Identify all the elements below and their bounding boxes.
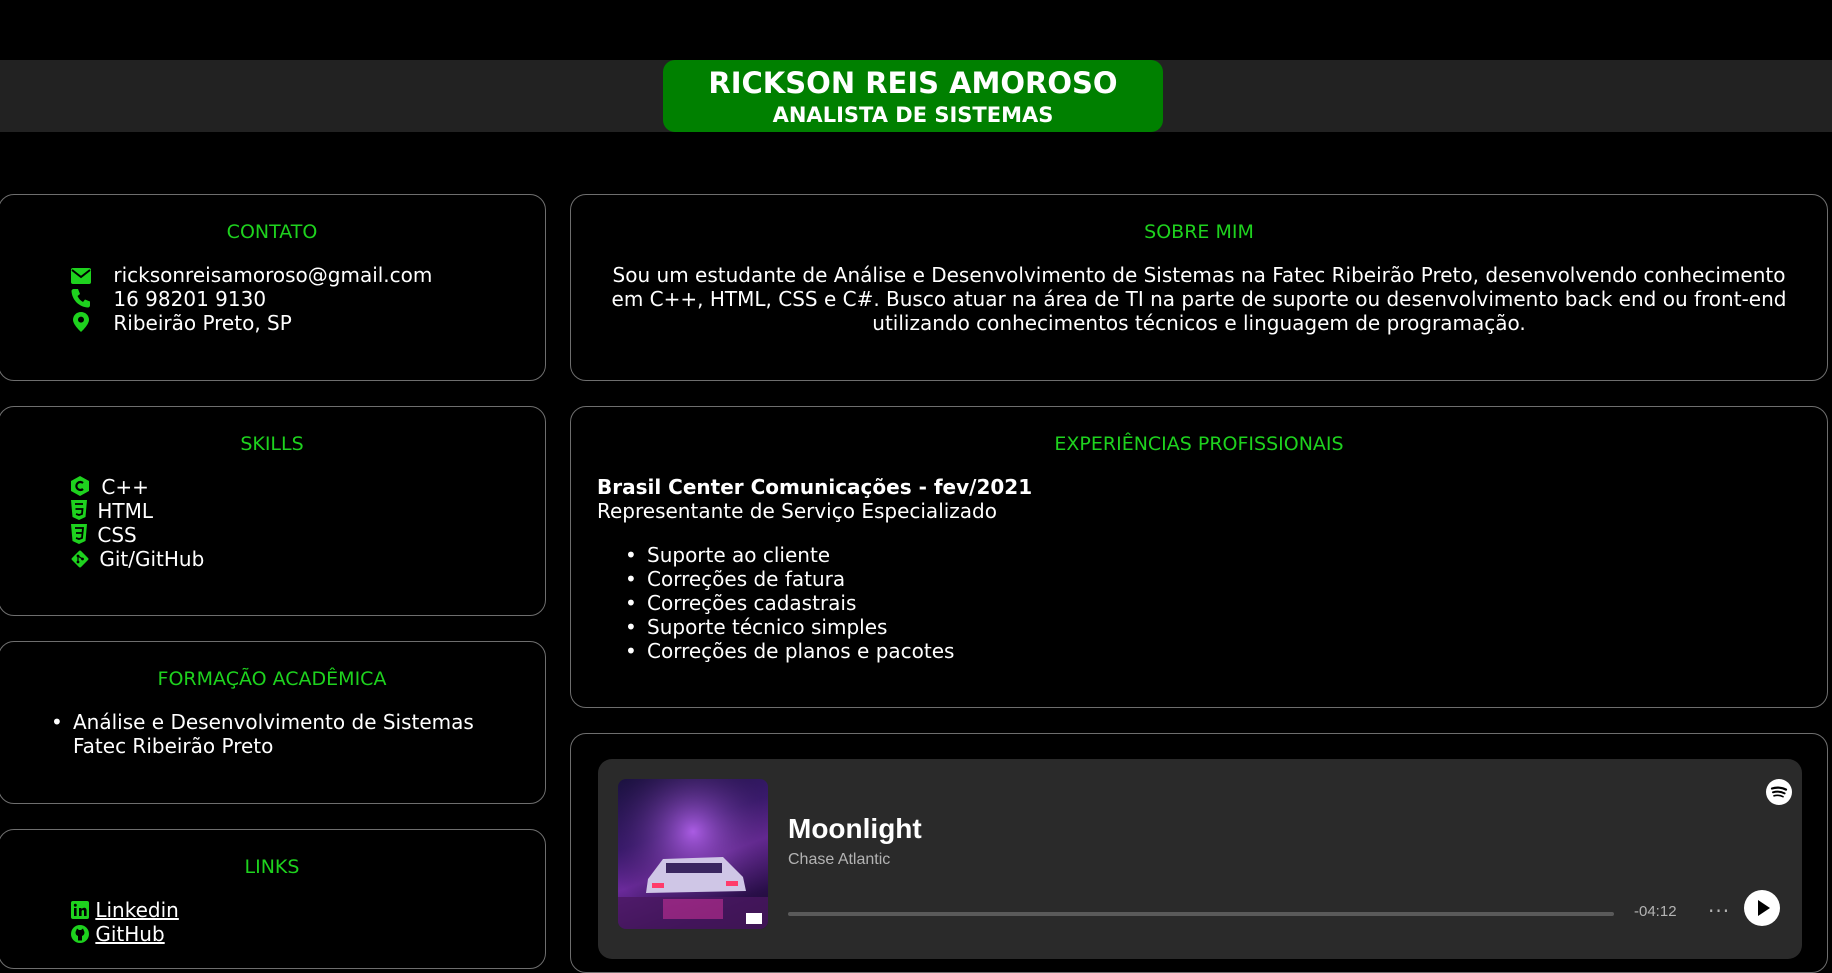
about-text: Sou um estudante de Análise e Desenvolvi… <box>571 263 1827 335</box>
html5-icon <box>71 500 87 525</box>
git-icon <box>71 549 89 573</box>
task-item: Suporte técnico simples <box>625 615 954 639</box>
company-name: Brasil Center Comunicações - fev/2021 <box>597 475 1033 499</box>
track-title[interactable]: Moonlight <box>788 813 922 845</box>
email-row: ricksonreisamoroso@gmail.com <box>71 263 432 289</box>
full-name: RICKSON REIS AMOROSO <box>708 66 1118 100</box>
skill-item: Git/GitHub <box>71 547 204 573</box>
skill-label: CSS <box>97 523 137 547</box>
skill-label: Git/GitHub <box>99 547 205 571</box>
progress-bar[interactable] <box>788 912 1614 916</box>
education-list: Análise e Desenvolvimento de Sistemas Fa… <box>51 710 474 758</box>
task-list: Suporte ao cliente Correções de fatura C… <box>625 543 954 663</box>
github-row[interactable]: GitHub <box>71 922 165 948</box>
github-link[interactable]: GitHub <box>95 922 164 946</box>
education-heading: FORMAÇÃO ACADÊMICA <box>157 668 387 690</box>
skills-heading: SKILLS <box>240 433 304 455</box>
linkedin-row[interactable]: Linkedin <box>71 898 179 924</box>
email-text: ricksonreisamoroso@gmail.com <box>113 263 433 287</box>
phone-row: 16 98201 9130 <box>71 287 266 313</box>
skill-label: C++ <box>101 475 149 499</box>
contact-card: CONTATO ricksonreisamoroso@gmail.com 16 … <box>0 194 546 381</box>
task-item: Suporte ao cliente <box>625 543 954 567</box>
play-button[interactable] <box>1744 890 1780 926</box>
about-card: SOBRE MIM Sou um estudante de Análise e … <box>570 194 1828 381</box>
experience-heading: EXPERIÊNCIAS PROFISSIONAIS <box>1054 433 1344 455</box>
location-text: Ribeirão Preto, SP <box>113 311 292 335</box>
education-card: FORMAÇÃO ACADÊMICA Análise e Desenvolvim… <box>0 641 546 804</box>
task-item: Correções de planos e pacotes <box>625 639 954 663</box>
position-name: Representante de Serviço Especializado <box>597 499 997 523</box>
skill-item: C++ <box>71 475 149 501</box>
contact-heading: CONTATO <box>226 221 318 243</box>
about-line: utilizando conhecimentos técnicos e ling… <box>872 311 1526 335</box>
css3-icon <box>71 524 87 549</box>
skill-item: CSS <box>71 523 137 549</box>
skills-card: SKILLS C++ HTML CSS Git/GitHub <box>0 406 546 616</box>
cpp-icon <box>71 476 89 501</box>
linkedin-link[interactable]: Linkedin <box>95 898 178 922</box>
github-icon <box>71 924 89 948</box>
school-name: Fatec Ribeirão Preto <box>73 734 274 758</box>
phone-icon <box>71 288 91 313</box>
links-card: LINKS Linkedin GitHub <box>0 829 546 969</box>
more-options-icon[interactable]: ··· <box>1708 899 1730 923</box>
skill-label: HTML <box>97 499 154 523</box>
experience-card: EXPERIÊNCIAS PROFISSIONAIS Brasil Center… <box>570 406 1828 708</box>
education-item: Análise e Desenvolvimento de Sistemas Fa… <box>51 710 474 758</box>
phone-text: 16 98201 9130 <box>113 287 267 311</box>
about-heading: SOBRE MIM <box>1144 221 1254 243</box>
task-item: Correções de fatura <box>625 567 954 591</box>
name-banner: RICKSON REIS AMOROSO ANALISTA DE SISTEMA… <box>663 60 1163 132</box>
album-art <box>618 779 768 929</box>
spotify-player[interactable]: Moonlight Chase Atlantic -04:12 ··· <box>598 759 1802 959</box>
spotify-logo-icon[interactable] <box>1766 779 1792 805</box>
about-line: Sou um estudante de Análise e Desenvolvi… <box>612 263 1786 287</box>
envelope-icon <box>71 265 91 289</box>
links-heading: LINKS <box>244 856 300 878</box>
task-item: Correções cadastrais <box>625 591 954 615</box>
skill-item: HTML <box>71 499 153 525</box>
about-line: em C++, HTML, CSS e C#. Busco atuar na á… <box>611 287 1787 311</box>
track-artist[interactable]: Chase Atlantic <box>788 851 890 869</box>
map-pin-icon <box>73 312 89 337</box>
job-title: ANALISTA DE SISTEMAS <box>772 103 1054 127</box>
album-cover[interactable] <box>618 779 768 929</box>
location-row: Ribeirão Preto, SP <box>73 311 292 337</box>
play-icon <box>1758 900 1770 916</box>
time-remaining: -04:12 <box>1634 903 1677 920</box>
linkedin-icon <box>71 900 89 924</box>
course-name: Análise e Desenvolvimento de Sistemas <box>73 710 474 734</box>
